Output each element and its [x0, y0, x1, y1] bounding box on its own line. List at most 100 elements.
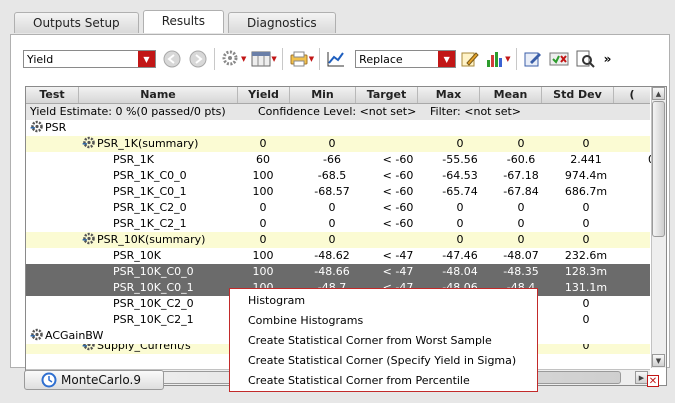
collapse-icon[interactable]: –	[82, 232, 88, 248]
cell-yield: 0	[259, 201, 267, 214]
column-header-name[interactable]: Name	[79, 87, 238, 103]
column-header-yield[interactable]: Yield	[238, 87, 290, 103]
table-row[interactable]: PSR_1K_C2_0 0 0 < -60 0 0 0	[26, 200, 650, 216]
dropdown-arrow-icon[interactable]: ▼	[241, 55, 246, 63]
tab-outputs-setup[interactable]: Outputs Setup	[14, 12, 139, 33]
tree-label-psr: PSR	[45, 121, 67, 134]
cell-min: -48.62	[314, 249, 350, 262]
column-header-std-dev[interactable]: Std Dev	[542, 87, 614, 103]
tree-group-acgain-inner: – ACGainBW	[30, 328, 103, 344]
collapse-icon[interactable]: –	[82, 136, 88, 152]
dropdown-arrow-icon[interactable]: ▼	[505, 55, 510, 63]
cell-max: 0	[456, 201, 464, 214]
inspect-document-icon[interactable]	[575, 49, 595, 69]
column-header-min[interactable]: Min	[290, 87, 356, 103]
cell-min: 0	[328, 233, 336, 246]
column-header-test[interactable]: Test	[26, 87, 79, 103]
cell-target: < -60	[382, 217, 414, 230]
cell-yield: 100	[252, 169, 274, 182]
vertical-scroll-thumb[interactable]	[652, 101, 665, 237]
cell-min: 0	[328, 137, 336, 150]
table-view-icon[interactable]	[251, 49, 271, 69]
tab-results[interactable]: Results	[142, 10, 225, 33]
cell-yield: 100	[252, 249, 274, 262]
cell-std-dev: 974.4m	[564, 169, 608, 182]
plot-mode-select[interactable]: Replace ▼	[355, 50, 457, 68]
table-row[interactable]: PSR_10K 100 -48.62 < -47 -47.46 -48.07 2…	[26, 248, 650, 264]
menu-item-corner-yield-sigma[interactable]: Create Statistical Corner (Specify Yield…	[230, 351, 537, 371]
row-name-cell: – PSR_10K(summary)	[82, 232, 205, 248]
view-select-value: Yield	[27, 52, 54, 66]
collapse-icon[interactable]: –	[30, 120, 36, 136]
previous-icon[interactable]	[162, 49, 182, 69]
check-cross-icon[interactable]	[549, 49, 569, 69]
dropdown-arrow-icon[interactable]: ▼	[271, 55, 276, 63]
cell-std-dev: 0	[582, 297, 590, 310]
cell-std-dev: 0	[582, 344, 590, 352]
cell-std-dev: 2.441	[570, 153, 602, 166]
cell-std-dev: 128.3m	[564, 265, 608, 278]
scroll-up-icon[interactable]: ▲	[652, 87, 665, 100]
table-row-selected[interactable]: PSR_10K_C0_0 100 -48.66 < -47 -48.04 -48…	[26, 264, 650, 280]
cell-target	[378, 136, 418, 152]
row-name: PSR_10K_C2_1	[113, 313, 194, 326]
cell-mean: -48.35	[503, 265, 539, 278]
column-header-mean[interactable]: Mean	[480, 87, 542, 103]
context-menu: Histogram Combine Histograms Create Stat…	[229, 288, 538, 392]
row-name-cell: – PSR_1K(summary)	[82, 136, 198, 152]
cell-max: -48.04	[442, 265, 478, 278]
scroll-down-icon[interactable]: ▼	[652, 354, 665, 367]
toolbar-separator	[214, 48, 215, 70]
edit-pencil-icon[interactable]	[459, 49, 479, 69]
table-row[interactable]: PSR_1K_C0_0 100 -68.5 < -60 -64.53 -67.1…	[26, 168, 650, 184]
menu-item-histogram[interactable]: Histogram	[230, 291, 537, 311]
cell-target: < -60	[382, 185, 414, 198]
cell-max: -55.56	[442, 153, 478, 166]
table-row[interactable]: PSR_1K_C0_1 100 -68.57 < -60 -65.74 -67.…	[26, 184, 650, 200]
tree-label-acgainbw: ACGainBW	[45, 329, 104, 342]
table-row[interactable]: – PSR_1K(summary) 0 0 0 0 0	[26, 136, 650, 152]
clock-icon	[41, 372, 57, 388]
menu-item-corner-worst-sample[interactable]: Create Statistical Corner from Worst Sam…	[230, 331, 537, 351]
settings-gear-icon[interactable]	[221, 49, 241, 69]
tab-diagnostics[interactable]: Diagnostics	[228, 12, 336, 33]
row-name: PSR_1K(summary)	[97, 137, 199, 150]
tree-group-psr[interactable]: – PSR	[26, 120, 650, 136]
tree-group-psr-inner: – PSR	[30, 120, 66, 136]
table-row[interactable]: PSR_1K 60 -66 < -60 -55.56 -60.6 2.441 0	[26, 152, 655, 168]
row-name: PSR_10K	[113, 249, 161, 262]
view-select[interactable]: Yield ▼	[23, 50, 156, 68]
collapse-icon[interactable]: –	[30, 328, 36, 344]
table-row[interactable]: PSR_1K_C2_1 0 0 < -60 0 0 0	[26, 216, 650, 232]
column-header-overflow[interactable]: (	[614, 87, 650, 103]
plot-icon[interactable]	[326, 49, 346, 69]
row-name: PSR_1K_C2_0	[113, 201, 187, 214]
cell-min: -68.5	[317, 169, 347, 182]
row-name: PSR_10K_C2_0	[113, 297, 194, 310]
column-header-max[interactable]: Max	[418, 87, 480, 103]
overflow-chevron-icon[interactable]: »	[601, 49, 615, 69]
cell-yield: 60	[256, 153, 270, 166]
toolbar-separator	[319, 48, 321, 70]
cell-std-dev: 0	[582, 313, 590, 326]
cell-std-dev: 686.7m	[564, 185, 608, 198]
print-icon[interactable]	[289, 49, 309, 69]
column-header-target[interactable]: Target	[356, 87, 418, 103]
yield-estimate-text: Yield Estimate: 0 %(0 passed/0 pts)	[30, 105, 226, 118]
cell-yield: 100	[252, 185, 274, 198]
next-icon[interactable]	[188, 49, 208, 69]
cell-std-dev: 0	[582, 233, 590, 246]
histogram-icon[interactable]	[485, 49, 505, 69]
vertical-scrollbar[interactable]: ▲ ▼	[651, 87, 666, 368]
cell-max: 0	[456, 217, 464, 230]
edit-document-icon[interactable]	[523, 49, 543, 69]
close-icon[interactable]: ✕	[647, 375, 659, 387]
dropdown-arrow-icon[interactable]: ▼	[309, 55, 314, 63]
menu-item-combine-histograms[interactable]: Combine Histograms	[230, 311, 537, 331]
montecarlo-history-tab[interactable]: MonteCarlo.9	[24, 370, 164, 390]
cell-yield: 100	[252, 265, 274, 278]
menu-item-corner-percentile[interactable]: Create Statistical Corner from Percentil…	[230, 371, 537, 391]
collapse-icon[interactable]: –	[82, 344, 88, 354]
toolbar-separator	[281, 48, 283, 70]
table-row[interactable]: – PSR_10K(summary) 0 0 0 0 0	[26, 232, 650, 248]
